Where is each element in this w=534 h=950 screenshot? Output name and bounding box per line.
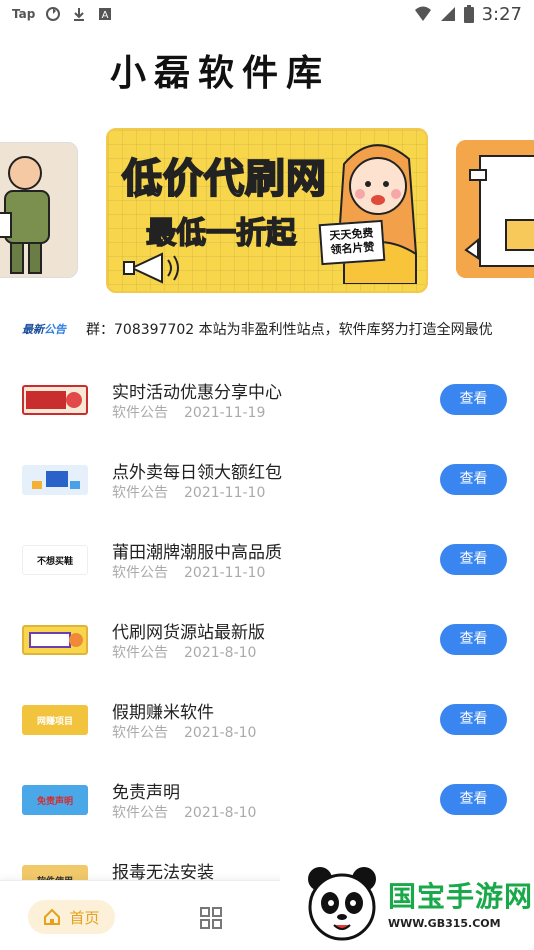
article-date: 2021-8-10	[184, 725, 257, 741]
list-item[interactable]: 点外卖每日领大额红包 软件公告 2021-11-10 查看	[0, 430, 534, 510]
article-category: 软件公告	[112, 645, 168, 661]
tap-icon: Tap	[12, 7, 36, 21]
notice-badge-word1: 最新	[22, 323, 44, 336]
view-button[interactable]: 查看	[440, 384, 507, 415]
app-title: 小磊软件库	[110, 52, 331, 94]
site-watermark: 国宝手游网 WWW.GB315.COM	[280, 855, 534, 950]
article-list: 实时活动优惠分享中心 软件公告 2021-11-19 查看 点外卖每日领大额红包 …	[0, 350, 534, 910]
article-title: 代刷网货源站最新版	[112, 623, 265, 643]
article-title: 莆田潮牌潮服中高品质	[112, 543, 282, 563]
article-thumbnail: 不想买鞋	[22, 545, 88, 575]
list-item[interactable]: 实时活动优惠分享中心 软件公告 2021-11-19 查看	[0, 350, 534, 430]
article-category: 软件公告	[112, 725, 168, 741]
article-thumbnail	[22, 385, 88, 415]
view-button[interactable]: 查看	[440, 544, 507, 575]
notice-badge-word2: 公告	[44, 323, 66, 336]
notice-text: 群：708397702 本站为非盈利性站点，软件库努力打造全网最优	[86, 322, 493, 338]
list-item[interactable]: 免责声明 免责声明 软件公告 2021-8-10 查看	[0, 750, 534, 830]
notice-bar[interactable]: 最新公告 群：708397702 本站为非盈利性站点，软件库努力打造全网最优	[0, 312, 534, 346]
home-icon	[44, 908, 61, 925]
article-meta: 软件公告 2021-8-10	[112, 642, 256, 662]
status-time: 3:27	[481, 3, 522, 25]
article-title: 实时活动优惠分享中心	[112, 383, 282, 403]
article-title: 假期赚米软件	[112, 703, 214, 723]
article-category: 软件公告	[112, 805, 168, 821]
article-category: 软件公告	[112, 485, 168, 501]
tab-home[interactable]: 首页	[28, 900, 115, 934]
apps-grid-icon[interactable]	[200, 907, 222, 929]
article-date: 2021-11-10	[184, 565, 266, 581]
watermark-url: WWW.GB315.COM	[388, 917, 501, 930]
banner-next-illustration	[456, 140, 534, 278]
banner-main-subtitle: 最低一折起	[145, 215, 297, 252]
download-icon	[74, 8, 85, 21]
article-thumbnail: 免责声明	[22, 785, 88, 815]
list-item[interactable]: 代刷网货源站最新版 软件公告 2021-8-10 查看	[0, 590, 534, 670]
banner-carousel[interactable]: 低价代刷网 最低一折起 天天免费领名片赞	[0, 128, 534, 293]
article-category: 软件公告	[112, 405, 168, 421]
view-button[interactable]: 查看	[440, 464, 507, 495]
status-bar: Tap A 3:27	[0, 0, 534, 28]
article-title: 免责声明	[112, 783, 180, 803]
list-item[interactable]: 网赚项目 假期赚米软件 软件公告 2021-8-10 查看	[0, 670, 534, 750]
view-button[interactable]: 查看	[440, 784, 507, 815]
article-thumbnail	[22, 625, 88, 655]
panda-logo-icon	[308, 866, 376, 940]
article-thumbnail-art	[29, 632, 83, 648]
banner-main-title: 低价代刷网	[121, 155, 327, 203]
list-item[interactable]: 不想买鞋 莆田潮牌潮服中高品质 软件公告 2021-11-10 查看	[0, 510, 534, 590]
banner-slide-next[interactable]	[456, 140, 534, 278]
banner-main-note: 天天免费领名片赞	[318, 219, 386, 265]
megaphone-icon	[123, 252, 179, 284]
article-meta: 软件公告 2021-11-10	[112, 562, 265, 582]
article-thumbnail: 网赚项目	[22, 705, 88, 735]
svg-text:A: A	[102, 10, 109, 21]
tab-home-label: 首页	[69, 908, 100, 927]
view-button[interactable]: 查看	[440, 624, 507, 655]
article-date: 2021-8-10	[184, 645, 257, 661]
article-thumbnail-art	[26, 391, 82, 409]
article-meta: 软件公告 2021-8-10	[112, 802, 256, 822]
article-category: 软件公告	[112, 565, 168, 581]
banner-slide-current[interactable]: 低价代刷网 最低一折起 天天免费领名片赞	[106, 128, 428, 293]
battery-icon	[463, 5, 474, 23]
article-meta: 软件公告 2021-11-10	[112, 482, 265, 502]
text-a-icon: A	[99, 8, 112, 21]
article-meta: 软件公告 2021-11-19	[112, 402, 265, 422]
notice-badge: 最新公告	[22, 321, 74, 337]
article-thumbnail-art	[32, 471, 80, 489]
article-date: 2021-8-10	[184, 805, 257, 821]
watermark-title: 国宝手游网	[388, 880, 534, 913]
article-title: 点外卖每日领大额红包	[112, 463, 282, 483]
banner-prev-illustration	[0, 143, 77, 277]
article-date: 2021-11-10	[184, 485, 266, 501]
settings-sync-icon	[46, 7, 61, 21]
view-button[interactable]: 查看	[440, 704, 507, 735]
article-date: 2021-11-19	[184, 405, 266, 421]
banner-slide-prev[interactable]	[0, 142, 78, 278]
article-meta: 软件公告 2021-8-10	[112, 722, 256, 742]
article-thumbnail	[22, 465, 88, 495]
wifi-icon	[414, 6, 431, 21]
signal-icon	[440, 7, 455, 21]
